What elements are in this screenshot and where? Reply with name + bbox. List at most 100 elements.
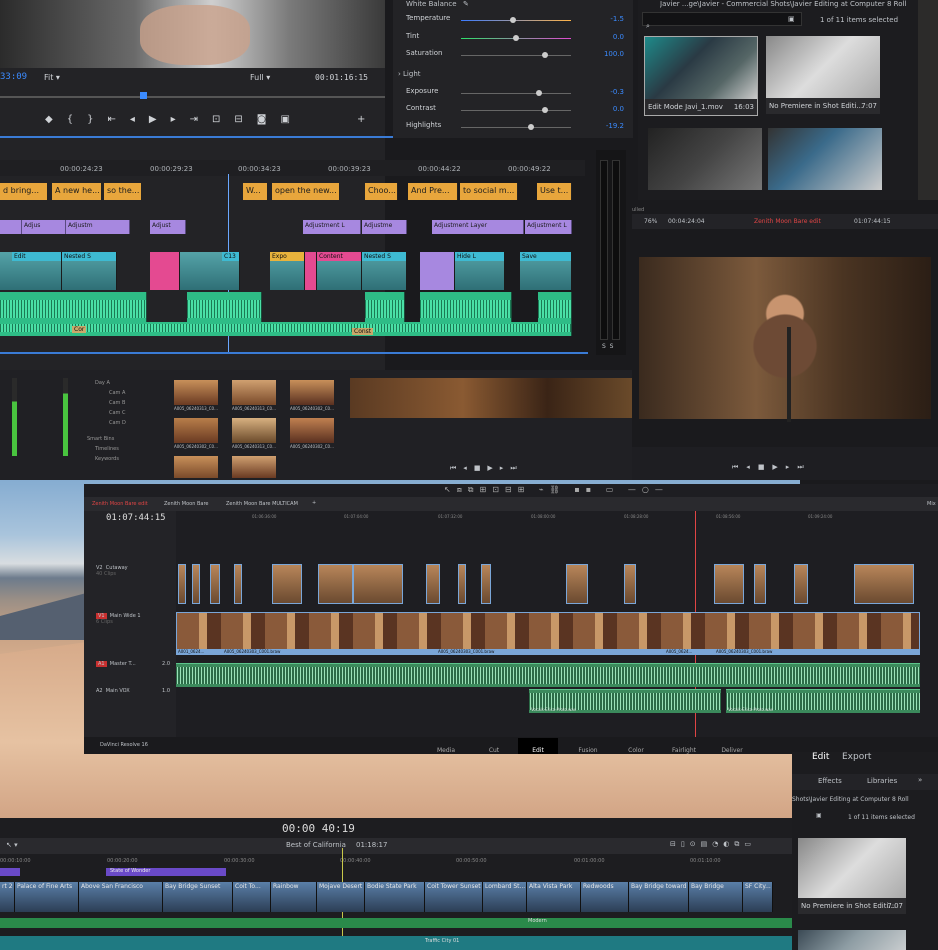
fcp-clip[interactable]: SF City... (743, 882, 773, 912)
a2-audio-clip[interactable]: Vocals-Erica-Proto.wav (529, 689, 721, 713)
adjustment-clip[interactable]: Adjustment L (525, 220, 572, 234)
page-tab[interactable]: Color (616, 738, 656, 754)
video-clip[interactable]: Save (520, 252, 572, 290)
tint-slider[interactable]: Tint 0.0 (406, 32, 624, 46)
adjustment-clip[interactable]: Adjustment L (303, 220, 361, 234)
expand-icon[interactable]: » (918, 776, 922, 784)
bin-item[interactable]: Cam C (85, 408, 163, 418)
exposure-slider[interactable]: Exposure -0.3 (406, 87, 624, 101)
fcp-toolbar-icons[interactable]: ⊟▯⊙▤◔◐⧉▭ (670, 840, 756, 849)
audio-clip[interactable] (365, 292, 405, 322)
resolve-toolbar[interactable]: ↖⧈⧉⊞⊡⊟⊞ ⌁⛓ ▪▪ ▭ —○— (84, 484, 938, 497)
fcp-clip[interactable]: rt 2 (0, 882, 15, 912)
page-tab[interactable]: Edit (518, 738, 558, 754)
fcp-clip[interactable]: Palace of Fine Arts (15, 882, 79, 912)
adjustment-clip[interactable]: Adjustme (362, 220, 407, 234)
project-thumbnail[interactable]: No Premiere in Shot Editi... 7:07 (766, 36, 880, 114)
bin-item[interactable]: Day A (85, 378, 163, 388)
temperature-slider[interactable]: Temperature -1.5 (406, 14, 624, 28)
add-button-icon[interactable]: + (357, 114, 365, 125)
fcp-clip[interactable]: Redwoods (581, 882, 629, 912)
page-tab[interactable]: Cut (474, 738, 514, 754)
clip-thumbnail[interactable] (232, 456, 276, 478)
highlights-slider[interactable]: Highlights -19.2 (406, 121, 624, 135)
new-bin-icon[interactable]: ▣ (788, 15, 795, 23)
video-clip[interactable]: C13 (180, 252, 240, 290)
project-name[interactable]: Best of California (286, 841, 346, 849)
caption-clip[interactable]: open the new... (272, 183, 340, 200)
fcp-clip[interactable]: Lombard St... (483, 882, 527, 912)
fcp-clip[interactable]: Bay Bridge toward SF (629, 882, 689, 912)
fcp-clip[interactable]: Alta Vista Park (527, 882, 581, 912)
page-tab[interactable]: Media (426, 738, 466, 754)
fcp-clip[interactable]: Bay Bridge Sunset (163, 882, 233, 912)
fcp-clip[interactable]: Mojave Desert (317, 882, 365, 912)
video-clip[interactable]: Hide L (455, 252, 505, 290)
video-clip[interactable] (420, 252, 455, 290)
fcp-clip[interactable]: Bodie State Park (365, 882, 425, 912)
video-clip[interactable]: Nested S (362, 252, 407, 290)
clip-thumbnail[interactable] (174, 456, 218, 478)
clip-thumbnail[interactable] (174, 418, 218, 443)
clip-thumbnail[interactable] (174, 380, 218, 405)
resolution-dropdown[interactable]: Full ▾ (250, 73, 270, 82)
fcp-clip[interactable]: Bay Bridge (689, 882, 743, 912)
audio-clip[interactable] (0, 292, 147, 322)
new-bin-icon[interactable]: ▣ (816, 812, 822, 819)
fit-dropdown[interactable]: Fit ▾ (44, 73, 60, 82)
video-clip[interactable]: Expo (270, 252, 305, 290)
timeline-tab[interactable]: Zenith Moon Bare MULTICAM (226, 501, 298, 507)
source-transport[interactable]: ⏮◂■▶▸⏭ (350, 458, 632, 480)
audio-clip[interactable]: Traffic City 01 (0, 936, 792, 950)
fcp-clip[interactable]: Rainbow (271, 882, 317, 912)
add-tab-icon[interactable]: + (312, 500, 316, 506)
adjustment-clip[interactable]: Adjustm (66, 220, 130, 234)
project-thumbnail[interactable] (648, 128, 762, 190)
adjustment-clip[interactable]: Adjust (150, 220, 186, 234)
audio-clip[interactable] (420, 292, 512, 322)
video-clip[interactable]: Content (317, 252, 362, 290)
a1-audio-clip[interactable] (176, 663, 920, 687)
fcp-clip[interactable]: Coit Tower Sunset (425, 882, 483, 912)
caption-clip[interactable]: W... (243, 183, 268, 200)
smart-bin-item[interactable]: Timelines (85, 444, 163, 454)
bin-item[interactable]: Cam D (85, 418, 163, 428)
export-tab[interactable]: Export (842, 752, 871, 762)
adjustment-clip[interactable]: Adjustment Layer (432, 220, 524, 234)
caption-clip[interactable]: so the... (104, 183, 142, 200)
panel-thumbnail[interactable]: No Premiere in Shot Editi... 7:07 (798, 838, 906, 914)
page-tab[interactable]: Fusion (568, 738, 608, 754)
page-tab[interactable]: Deliver (712, 738, 752, 754)
bin-item[interactable]: Cam B (85, 398, 163, 408)
caption-clip[interactable]: And Pre... (408, 183, 458, 200)
contrast-slider[interactable]: Contrast 0.0 (406, 104, 624, 118)
mixer-label[interactable]: Mix (927, 501, 936, 507)
caption-clip[interactable]: Use t... (537, 183, 572, 200)
caption-clip[interactable]: to social m... (460, 183, 518, 200)
project-thumbnail[interactable]: Edit Mode Javi_1.mov 16:03 (644, 36, 758, 116)
adjustment-clip[interactable] (0, 220, 22, 234)
edit-tab[interactable]: Edit (812, 752, 829, 762)
transition-label[interactable]: Const (352, 328, 374, 335)
clip-thumbnail[interactable] (290, 418, 334, 443)
playhead-marker[interactable] (140, 92, 147, 99)
smart-bin-item[interactable]: Keywords (85, 454, 163, 464)
timeline-tab[interactable]: Zenith Moon Bare (164, 501, 209, 507)
search-input[interactable]: ⌕ (642, 12, 802, 30)
transition-label[interactable]: Cor (72, 326, 87, 333)
music-clip[interactable]: Modern (0, 918, 792, 928)
scrub-bar[interactable] (0, 96, 385, 98)
caption-clip[interactable]: d bring... (0, 183, 48, 200)
eyedropper-icon[interactable]: ✎ (463, 0, 469, 8)
a2-audio-clip[interactable]: Vocals-Erica-Proto.wav (726, 689, 920, 713)
fcp-clip[interactable]: Coit To... (233, 882, 271, 912)
audio-clip[interactable] (187, 292, 262, 322)
caption-clip[interactable]: A new he... (52, 183, 102, 200)
fcp-clip[interactable]: Above San Francisco (79, 882, 163, 912)
video-clip[interactable]: Edit (0, 252, 62, 290)
timeline-tab[interactable]: Zenith Moon Bare edit (92, 501, 148, 507)
page-tab[interactable]: Fairlight (664, 738, 704, 754)
light-section[interactable]: › Light (398, 70, 421, 78)
viewer-transport[interactable]: ⏮◂■▶▸⏭ (632, 447, 938, 480)
effects-tab[interactable]: Effects (818, 777, 842, 785)
